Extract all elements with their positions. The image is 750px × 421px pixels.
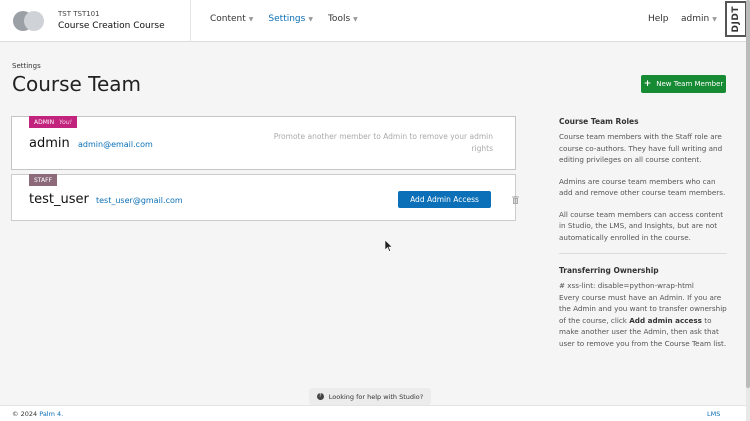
copyright: © 2024 Palm 4. <box>12 410 63 418</box>
main-nav: Content ▼ Settings ▼ Tools ▼ <box>210 14 373 24</box>
sidebar-divider <box>559 253 727 254</box>
lms-link[interactable]: LMS <box>707 410 720 418</box>
question-icon: ? <box>316 393 324 400</box>
user-menu-label: admin <box>681 14 710 24</box>
member-card-staff: STAFF test_user test_user@gmail.com Add … <box>11 174 519 221</box>
member-name: test_user <box>29 192 89 207</box>
copyright-prefix: © 2024 <box>12 410 38 418</box>
scrollbar-thumb[interactable] <box>746 0 750 388</box>
roles-paragraph-3: All course team members can access conte… <box>559 209 724 242</box>
course-org: TST TST101 <box>58 10 100 18</box>
breadcrumb: Settings <box>12 62 41 70</box>
nav-content-label: Content <box>210 14 246 24</box>
top-header: TST TST101 Course Creation Course Conten… <box>0 0 746 42</box>
ownership-paragraph: # xss-lint: disable=python-wrap-html Eve… <box>559 280 727 349</box>
help-sidebar: Course Team Roles Course team members wi… <box>559 117 727 359</box>
logo-circle-light <box>24 11 44 31</box>
help-link[interactable]: Help <box>648 14 669 24</box>
member-email-link[interactable]: test_user@gmail.com <box>96 196 183 205</box>
debug-toolbar-label: DJDT <box>731 5 741 33</box>
roles-paragraph-1: Course team members with the Staff role … <box>559 132 723 164</box>
footer: © 2024 Palm 4. LMS <box>0 405 746 421</box>
debug-toolbar-tab[interactable]: DJDT <box>725 1 747 37</box>
role-badge-admin: ADMIN You! <box>29 116 78 128</box>
nav-settings[interactable]: Settings ▼ <box>268 14 313 24</box>
ownership-text-bold: Add admin access <box>629 315 702 325</box>
studio-help-label: Looking for help with Studio? <box>328 392 424 401</box>
chevron-down-icon: ▼ <box>712 16 717 23</box>
chevron-down-icon: ▼ <box>353 16 358 23</box>
studio-logo[interactable] <box>13 11 45 31</box>
trash-icon[interactable] <box>512 196 519 204</box>
roles-heading: Course Team Roles <box>559 117 639 126</box>
chevron-down-icon: ▼ <box>248 16 254 23</box>
course-title: Course Creation Course <box>58 21 165 31</box>
nav-content[interactable]: Content ▼ <box>210 14 253 24</box>
role-badge-staff: STAFF <box>29 174 58 186</box>
nav-tools-label: Tools <box>327 14 351 24</box>
role-badge-label: STAFF <box>34 176 53 184</box>
header-divider <box>190 0 191 42</box>
add-admin-access-button[interactable]: Add Admin Access <box>398 191 491 208</box>
studio-help-button[interactable]: ? Looking for help with Studio? <box>309 388 431 405</box>
mouse-cursor-icon <box>385 240 393 252</box>
ownership-lint-line: # xss-lint: disable=python-wrap-html <box>559 281 694 290</box>
role-badge-label: ADMIN <box>34 118 55 126</box>
chevron-down-icon: ▼ <box>308 16 313 23</box>
nav-settings-label: Settings <box>268 14 306 24</box>
new-team-member-button[interactable]: + New Team Member <box>641 75 726 93</box>
copyright-brand-link[interactable]: Palm 4. <box>39 410 63 418</box>
new-team-member-label: New Team Member <box>656 80 724 88</box>
member-name: admin <box>29 136 70 151</box>
page-title: Course Team <box>12 72 142 96</box>
studio-page: TST TST101 Course Creation Course Conten… <box>0 0 750 421</box>
roles-paragraph-2: Admins are course team members who can a… <box>559 176 726 198</box>
admin-rights-note: Promote another member to Admin to remov… <box>273 132 493 153</box>
plus-icon: + <box>643 79 652 89</box>
ownership-heading: Transferring Ownership <box>559 266 659 275</box>
you-label: You! <box>59 118 73 126</box>
member-card-admin: ADMIN You! admin admin@email.com Promote… <box>11 116 516 170</box>
user-menu[interactable]: admin ▼ <box>681 14 717 24</box>
course-info[interactable]: TST TST101 Course Creation Course <box>58 10 165 33</box>
nav-tools[interactable]: Tools ▼ <box>328 14 358 24</box>
member-email-link[interactable]: admin@email.com <box>78 140 153 149</box>
